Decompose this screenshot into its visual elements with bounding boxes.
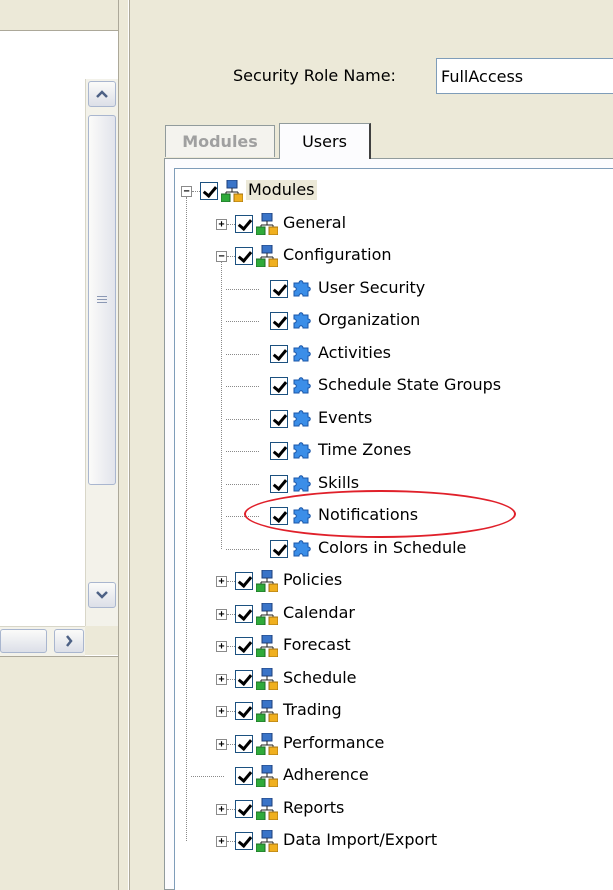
tree-item-label[interactable]: Policies (283, 570, 342, 590)
module-group-icon (255, 569, 279, 593)
tree-connector (226, 483, 259, 485)
module-group-icon (255, 764, 279, 788)
module-checkbox[interactable] (270, 442, 288, 460)
module-checkbox[interactable] (270, 279, 288, 298)
expand-toggle[interactable]: + (216, 673, 227, 685)
module-checkbox[interactable] (235, 247, 253, 265)
expand-toggle[interactable]: + (216, 641, 227, 652)
tree-item-label[interactable]: Colors in Schedule (318, 538, 466, 558)
module-checkbox[interactable] (270, 344, 288, 363)
tree-item-label[interactable]: Trading (283, 700, 342, 720)
puzzle-icon (291, 440, 313, 462)
expand-toggle[interactable]: + (216, 706, 227, 717)
module-checkbox[interactable] (235, 572, 253, 590)
tree-item-label[interactable]: Configuration (283, 245, 392, 265)
puzzle-icon (291, 408, 313, 430)
tree-connector (226, 548, 259, 550)
expand-toggle[interactable]: + (216, 576, 227, 587)
module-checkbox[interactable] (270, 539, 288, 558)
puzzle-icon (291, 375, 313, 397)
tree-item-label[interactable]: Events (318, 408, 372, 428)
tree-connector (226, 353, 259, 355)
expand-toggle[interactable]: + (216, 803, 227, 815)
tree-item-label[interactable]: Modules (246, 180, 317, 200)
module-checkbox[interactable] (235, 832, 253, 850)
tree-item-label[interactable]: Reports (283, 798, 344, 818)
module-checkbox[interactable] (235, 767, 253, 785)
module-checkbox[interactable] (235, 702, 253, 720)
tree-connector (226, 451, 259, 452)
tree-item-label[interactable]: Adherence (283, 765, 369, 785)
tree-item-label[interactable]: Activities (318, 343, 391, 363)
tree-item-label[interactable]: Calendar (283, 603, 355, 623)
expand-toggle[interactable]: + (216, 218, 227, 230)
tree-connector (226, 386, 259, 387)
tree-connector (186, 197, 187, 841)
expand-toggle[interactable]: + (216, 608, 227, 620)
module-group-icon (255, 602, 279, 625)
module-group-icon (255, 667, 279, 690)
tree-item-label[interactable]: User Security (318, 278, 425, 298)
puzzle-icon (291, 343, 313, 365)
puzzle-icon (291, 538, 313, 560)
module-group-icon (255, 212, 279, 235)
module-checkbox[interactable] (235, 214, 253, 233)
module-checkbox[interactable] (270, 312, 288, 330)
module-checkbox[interactable] (200, 182, 218, 200)
puzzle-icon (291, 473, 313, 495)
collapse-toggle[interactable]: − (216, 251, 227, 262)
module-group-icon (255, 829, 279, 853)
tree-connector (226, 321, 259, 322)
module-group-icon (255, 732, 279, 755)
tree-item-label[interactable]: Data Import/Export (283, 830, 437, 850)
module-checkbox[interactable] (235, 604, 253, 623)
module-group-icon (255, 797, 279, 820)
module-group-icon (220, 179, 244, 203)
tree-item-label[interactable]: General (283, 213, 346, 233)
module-checkbox[interactable] (235, 669, 253, 688)
module-group-icon (255, 699, 279, 723)
highlight-annotation (244, 490, 516, 538)
tree-connector (191, 776, 224, 777)
module-checkbox[interactable] (270, 377, 288, 395)
puzzle-icon (291, 278, 313, 300)
tree-connector (226, 288, 259, 290)
puzzle-icon (291, 310, 313, 332)
module-checkbox[interactable] (270, 409, 288, 428)
tree-nodes: − Modules + General − Configuration User Secur… (0, 0, 613, 890)
module-checkbox[interactable] (235, 734, 253, 753)
tree-item-label[interactable]: Performance (283, 733, 384, 753)
module-group-icon (255, 634, 279, 658)
tree-item-label[interactable]: Forecast (283, 635, 351, 655)
module-checkbox[interactable] (270, 474, 288, 493)
tree-connector (221, 262, 222, 549)
expand-toggle[interactable]: + (216, 836, 227, 847)
module-checkbox[interactable] (235, 637, 253, 655)
expand-toggle[interactable]: + (216, 738, 227, 750)
tree-connector (226, 418, 259, 420)
tree-item-label[interactable]: Organization (318, 310, 420, 330)
module-checkbox[interactable] (235, 799, 253, 818)
tree-item-label[interactable]: Schedule (283, 668, 357, 688)
tree-item-label[interactable]: Time Zones (318, 440, 411, 460)
module-group-icon (255, 244, 279, 268)
collapse-toggle[interactable]: − (181, 186, 192, 197)
tree-item-label[interactable]: Schedule State Groups (318, 375, 501, 395)
